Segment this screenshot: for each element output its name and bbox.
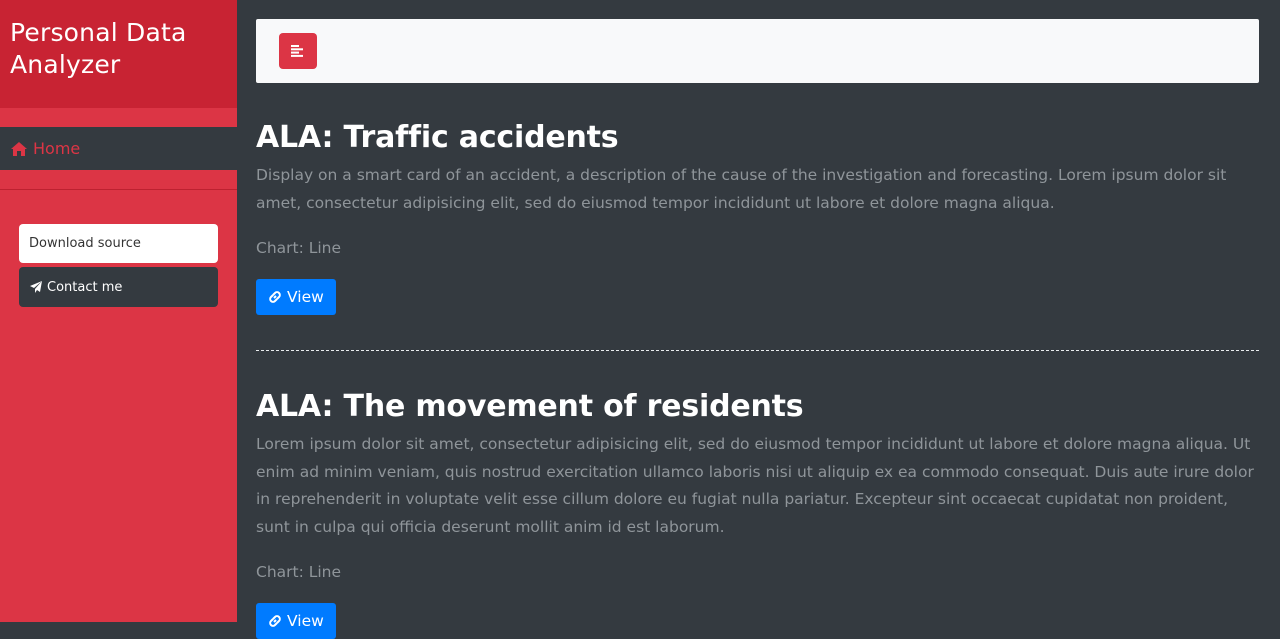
contact-me-label: Contact me bbox=[47, 279, 123, 295]
post-chart-type: Chart: Line bbox=[256, 563, 342, 581]
post-card: ALA: The movement of residents Lorem ips… bbox=[256, 387, 1259, 639]
view-button[interactable]: View bbox=[256, 279, 336, 315]
sidebar-toggle-button[interactable] bbox=[279, 33, 317, 69]
post-chart-type: Chart: Line bbox=[256, 239, 342, 257]
sidebar: Personal Data Analyzer Home Download sou… bbox=[0, 0, 237, 622]
view-button-label: View bbox=[287, 288, 324, 306]
post-title: ALA: The movement of residents bbox=[256, 389, 804, 424]
sidebar-divider bbox=[0, 189, 237, 190]
download-source-button[interactable]: Download source bbox=[19, 224, 218, 263]
view-button[interactable]: View bbox=[256, 603, 336, 639]
sidebar-item-label: Home bbox=[33, 139, 81, 158]
paper-plane-icon bbox=[30, 281, 42, 293]
top-navbar bbox=[256, 19, 1259, 83]
view-button-label: View bbox=[287, 612, 324, 630]
post-description: Display on a smart card of an accident, … bbox=[256, 166, 1227, 212]
post-description: Lorem ipsum dolor sit amet, consectetur … bbox=[256, 435, 1254, 536]
link-icon bbox=[269, 615, 281, 627]
align-left-icon bbox=[291, 45, 303, 57]
brand-title: Personal Data Analyzer bbox=[0, 0, 237, 108]
post-divider bbox=[256, 350, 1259, 351]
sidebar-item-home[interactable]: Home bbox=[0, 127, 237, 170]
contact-me-button[interactable]: Contact me bbox=[19, 267, 218, 307]
post-title: ALA: Traffic accidents bbox=[256, 120, 619, 155]
link-icon bbox=[269, 291, 281, 303]
home-icon bbox=[11, 141, 27, 156]
post-card: ALA: Traffic accidents Display on a smar… bbox=[256, 118, 1259, 315]
